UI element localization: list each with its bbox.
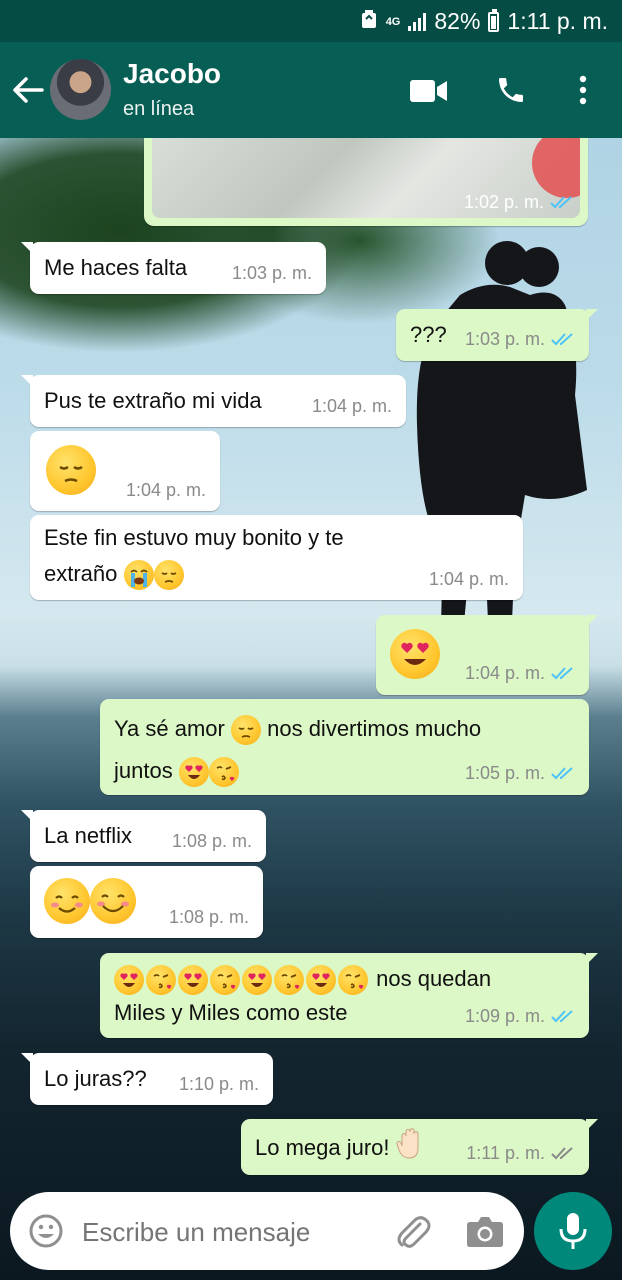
message-text: nos quedan Miles y Miles como este — [114, 965, 492, 1025]
message-out[interactable]: Ya sé amor nos divertimos mucho juntos 1… — [100, 699, 589, 795]
message-time: 1:09 p. m. — [465, 1006, 575, 1028]
message-text: Lo juras?? — [44, 1066, 147, 1091]
message-time: 1:05 p. m. — [465, 763, 575, 785]
message-time: 1:11 p. m. — [466, 1143, 575, 1165]
message-image-out[interactable]: 1:02 p. m. — [144, 138, 588, 226]
kissing-heart-face-icon — [210, 965, 240, 996]
pensive-face-icon — [46, 445, 96, 495]
message-time: 1:10 p. m. — [178, 1074, 259, 1094]
mic-button[interactable] — [534, 1192, 612, 1270]
heart-eyes-face-icon — [242, 965, 272, 996]
message-time: 1:08 p. m. — [168, 907, 249, 927]
blushing-face-icon — [90, 878, 136, 924]
message-text: Este fin estuvo muy bonito y te extraño — [44, 520, 344, 592]
message-text: ??? — [410, 322, 447, 347]
heart-eyes-face-icon — [306, 965, 336, 996]
message-out[interactable]: Lo mega juro! 1:11 p. m. — [241, 1119, 598, 1175]
message-text: Pus te extraño mi vida — [44, 388, 262, 413]
heart-eyes-face-icon — [178, 965, 208, 996]
phone-icon[interactable] — [495, 74, 527, 106]
chat-header: Jacobo en línea — [0, 42, 622, 138]
message-in[interactable]: Lo juras?? 1:10 p. m. — [21, 1053, 273, 1105]
message-in-emoji[interactable]: 1:04 p. m. — [30, 431, 220, 511]
message-time: 1:03 p. m. — [231, 263, 312, 283]
heart-eyes-face-icon — [178, 757, 209, 788]
message-in[interactable]: Pus te extraño mi vida 1:04 p. m. — [21, 375, 406, 427]
message-out-emoji[interactable]: 1:04 p. m. — [376, 615, 598, 695]
avatar[interactable] — [50, 59, 111, 120]
read-ticks-icon — [551, 664, 575, 685]
message-time: 1:04 p. m. — [428, 569, 509, 589]
heart-eyes-face-icon — [390, 629, 440, 679]
status-bar: 4G 82% 1:11 p. m. — [0, 0, 622, 42]
message-text: Lo mega juro! — [255, 1128, 424, 1170]
smiling-face-icon — [44, 878, 90, 924]
clock: 1:11 p. m. — [507, 8, 608, 34]
heart-eyes-face-icon — [114, 965, 144, 996]
pensive-face-icon — [230, 715, 261, 746]
battery-percent: 82% — [434, 8, 481, 34]
message-in[interactable]: Me haces falta 1:03 p. m. — [21, 242, 326, 294]
loudly-crying-face-icon — [123, 560, 154, 591]
message-in-emoji[interactable]: 1:08 p. m. — [30, 866, 263, 938]
battery-icon — [488, 8, 500, 32]
message-time: 1:03 p. m. — [465, 329, 575, 351]
attach-icon[interactable] — [392, 1212, 432, 1252]
network-type: 4G — [385, 15, 401, 28]
message-input-bar[interactable] — [10, 1192, 524, 1270]
message-emoji — [44, 878, 136, 924]
recycle-icon — [360, 8, 378, 35]
message-time: 1:04 p. m. — [125, 480, 206, 500]
video-call-icon[interactable] — [410, 78, 448, 104]
message-text: La netflix — [44, 823, 133, 848]
message-out[interactable]: nos quedan Miles y Miles como este 1:09 … — [100, 953, 598, 1038]
message-input[interactable] — [80, 1202, 384, 1262]
emoji-sequence — [114, 965, 370, 996]
message-time: 1:04 p. m. — [311, 396, 392, 416]
read-ticks-icon — [551, 1007, 575, 1028]
read-ticks-icon — [551, 330, 575, 351]
mic-icon — [559, 1213, 587, 1249]
menu-dots-icon[interactable] — [576, 74, 590, 106]
kissing-heart-face-icon — [338, 965, 368, 996]
read-ticks-icon — [551, 764, 575, 785]
message-time: 1:08 p. m. — [171, 831, 252, 851]
message-time: 1:02 p. m. — [464, 192, 574, 214]
emoji-icon[interactable] — [28, 1213, 64, 1249]
kissing-heart-face-icon — [146, 965, 176, 996]
message-out[interactable]: ??? 1:03 p. m. — [396, 309, 598, 361]
read-ticks-icon — [550, 193, 574, 214]
raised-hand-icon — [396, 1128, 424, 1170]
contact-name[interactable]: Jacobo — [123, 58, 221, 90]
message-in[interactable]: La netflix 1:08 p. m. — [21, 810, 266, 862]
signal-icon — [408, 12, 427, 31]
back-arrow-icon[interactable] — [10, 72, 46, 108]
camera-icon[interactable] — [466, 1214, 504, 1248]
message-time: 1:04 p. m. — [465, 663, 575, 685]
pensive-face-icon — [153, 560, 184, 591]
message-text: Ya sé amor nos divertimos mucho juntos — [114, 708, 481, 792]
delivered-ticks-icon — [551, 1144, 575, 1165]
message-text: Me haces falta — [44, 255, 188, 280]
kissing-heart-face-icon — [208, 757, 239, 788]
contact-status: en línea — [123, 98, 195, 120]
message-in[interactable]: Este fin estuvo muy bonito y te extraño … — [30, 515, 523, 600]
kissing-heart-face-icon — [274, 965, 304, 996]
